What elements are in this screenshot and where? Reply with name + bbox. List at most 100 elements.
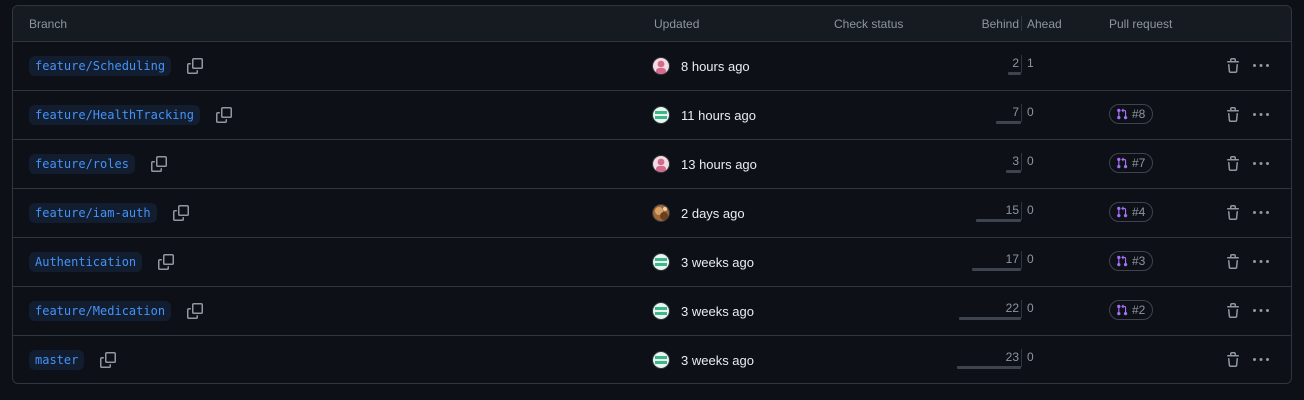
pull-request-badge[interactable]: #7 (1109, 153, 1154, 173)
branch-name-link[interactable]: feature/roles (29, 154, 135, 174)
pull-request-number: #4 (1132, 205, 1146, 219)
table-row: master 3 weeks ago 23 0 (13, 336, 1291, 383)
pull-request-number: #2 (1132, 303, 1146, 317)
copy-icon[interactable] (98, 350, 118, 370)
git-pull-request-icon (1116, 255, 1128, 267)
trash-icon[interactable] (1225, 156, 1241, 172)
behind-count: 22 (1005, 301, 1019, 315)
ahead-count: 0 (1027, 105, 1034, 119)
updated-time: 11 hours ago (681, 108, 756, 123)
behind-count: 23 (1005, 350, 1019, 364)
table-row: feature/Medication 3 weeks ago 22 0 #2 (13, 287, 1291, 336)
avatar[interactable] (653, 303, 669, 319)
trash-icon[interactable] (1225, 303, 1241, 319)
pull-request-number: #7 (1132, 156, 1146, 170)
behind-count: 17 (1005, 252, 1019, 266)
kebab-horizontal-icon[interactable] (1252, 205, 1270, 221)
updated-time: 3 weeks ago (681, 255, 754, 270)
git-pull-request-icon (1116, 304, 1128, 316)
kebab-horizontal-icon[interactable] (1252, 303, 1270, 319)
copy-icon[interactable] (214, 105, 234, 125)
pull-request-number: #8 (1132, 107, 1146, 121)
branch-name-link[interactable]: feature/Medication (29, 301, 172, 321)
branch-name-link[interactable]: feature/Scheduling (29, 56, 172, 76)
branch-name-link[interactable]: feature/iam-auth (29, 203, 157, 223)
avatar[interactable] (653, 107, 669, 123)
pull-request-badge[interactable]: #2 (1109, 300, 1154, 320)
ahead-count: 0 (1027, 154, 1034, 168)
behind-bar (976, 219, 1021, 222)
kebab-horizontal-icon[interactable] (1252, 352, 1270, 368)
ahead-count: 0 (1027, 203, 1034, 217)
behind-bar (1008, 72, 1021, 75)
behind-count: 7 (1012, 105, 1019, 119)
branch-name-link[interactable]: Authentication (29, 252, 143, 272)
behind-bar (1006, 170, 1021, 173)
trash-icon[interactable] (1225, 58, 1241, 74)
copy-icon[interactable] (149, 154, 169, 174)
git-pull-request-icon (1116, 108, 1128, 120)
header-divider (1021, 16, 1022, 31)
avatar[interactable] (653, 254, 669, 270)
ahead-count: 0 (1027, 301, 1034, 315)
copy-icon[interactable] (171, 203, 191, 223)
ahead-count: 1 (1027, 56, 1034, 70)
copy-icon[interactable] (185, 56, 205, 76)
kebab-horizontal-icon[interactable] (1252, 107, 1270, 123)
column-header-updated: Updated (654, 17, 700, 31)
branches-table: Branch Updated Check status Behind Ahead… (12, 5, 1292, 384)
avatar[interactable] (653, 205, 669, 221)
behind-ahead-divider (1021, 153, 1022, 171)
behind-count: 2 (1012, 56, 1019, 70)
trash-icon[interactable] (1225, 254, 1241, 270)
trash-icon[interactable] (1225, 107, 1241, 123)
ahead-count: 0 (1027, 252, 1034, 266)
column-header-branch: Branch (29, 17, 68, 31)
pull-request-number: #3 (1132, 254, 1146, 268)
copy-icon[interactable] (156, 252, 176, 272)
table-body: feature/Scheduling 8 hours ago 2 1 feature/H… (13, 42, 1291, 383)
updated-time: 13 hours ago (681, 157, 757, 172)
copy-icon[interactable] (185, 301, 205, 321)
behind-count: 3 (1012, 154, 1019, 168)
behind-bar (972, 268, 1021, 271)
column-header-check-status: Check status (834, 17, 904, 31)
updated-time: 3 weeks ago (681, 304, 754, 319)
table-row: feature/iam-auth 2 days ago 15 0 #4 (13, 189, 1291, 238)
behind-ahead-divider (1021, 202, 1022, 220)
ahead-count: 0 (1027, 350, 1034, 364)
trash-icon[interactable] (1225, 352, 1241, 368)
behind-bar (957, 366, 1021, 369)
behind-ahead-divider (1021, 104, 1022, 122)
updated-time: 2 days ago (681, 206, 745, 221)
kebab-horizontal-icon[interactable] (1252, 156, 1270, 172)
pull-request-badge[interactable]: #8 (1109, 104, 1154, 124)
pull-request-badge[interactable]: #4 (1109, 202, 1154, 222)
trash-icon[interactable] (1225, 205, 1241, 221)
column-header-pull-request: Pull request (1109, 17, 1173, 31)
column-header-behind: Behind (981, 17, 1019, 31)
updated-time: 8 hours ago (681, 59, 750, 74)
updated-time: 3 weeks ago (681, 353, 754, 368)
behind-ahead-divider (1021, 251, 1022, 269)
kebab-horizontal-icon[interactable] (1252, 254, 1270, 270)
git-pull-request-icon (1116, 206, 1128, 218)
column-header-ahead: Ahead (1027, 17, 1062, 31)
pull-request-badge[interactable]: #3 (1109, 251, 1154, 271)
git-pull-request-icon (1116, 157, 1128, 169)
behind-bar (959, 317, 1021, 320)
behind-bar (996, 121, 1021, 124)
avatar[interactable] (653, 352, 669, 368)
behind-count: 15 (1005, 203, 1019, 217)
table-header: Branch Updated Check status Behind Ahead… (13, 6, 1291, 42)
kebab-horizontal-icon[interactable] (1252, 58, 1270, 74)
behind-ahead-divider (1021, 55, 1022, 73)
behind-ahead-divider (1021, 300, 1022, 318)
table-row: feature/Scheduling 8 hours ago 2 1 (13, 42, 1291, 91)
behind-ahead-divider (1021, 349, 1022, 367)
table-row: feature/HealthTracking 11 hours ago 7 0 #8 (13, 91, 1291, 140)
branch-name-link[interactable]: master (29, 350, 85, 370)
avatar[interactable] (653, 156, 669, 172)
branch-name-link[interactable]: feature/HealthTracking (29, 105, 200, 125)
avatar[interactable] (653, 58, 669, 74)
